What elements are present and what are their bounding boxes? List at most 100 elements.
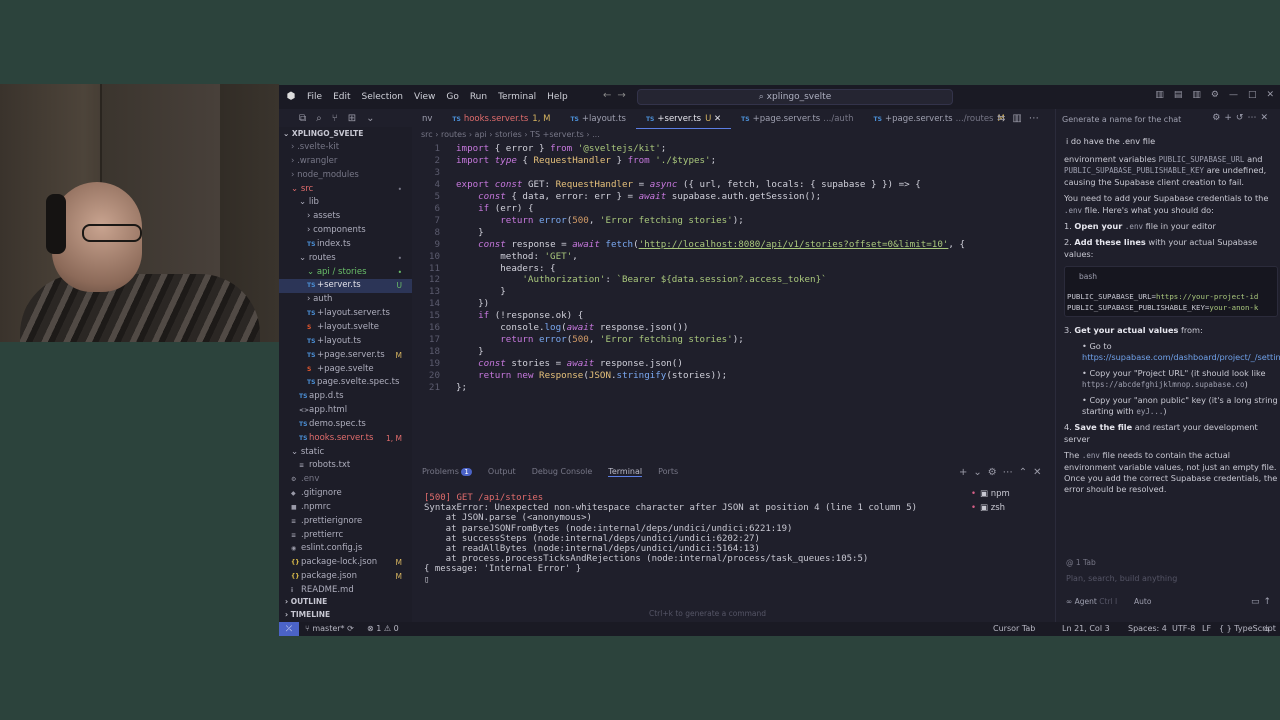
chat-input[interactable]: Plan, search, build anything	[1066, 574, 1177, 583]
editor-tab[interactable]: nv	[412, 109, 442, 129]
explorer-item[interactable]: ≡ .prettierignore	[279, 515, 412, 529]
extensions-icon[interactable]: ⊞	[348, 113, 356, 124]
explorer-item[interactable]: TS page.svelte.spec.ts	[279, 376, 412, 390]
explorer-item[interactable]: › assets	[279, 210, 412, 224]
editor-tab[interactable]: TS hooks.server.ts 1, M	[442, 109, 560, 129]
explorer-item[interactable]: TS +server.ts U	[279, 279, 412, 294]
close-tab-icon[interactable]: ✕	[711, 114, 721, 124]
explorer-item[interactable]: ⚙ .env	[279, 473, 412, 487]
panel-tab-ports[interactable]: Ports	[658, 467, 678, 477]
send-icon[interactable]: ↑	[1263, 597, 1275, 607]
layout-secondary-icon[interactable]: ▥	[1192, 90, 1201, 100]
panel-tab-output[interactable]: Output	[488, 467, 516, 477]
panel-tab-debug-console[interactable]: Debug Console	[532, 467, 593, 477]
panel-tab-terminal[interactable]: Terminal	[608, 467, 643, 477]
terminal-shell-zsh[interactable]: • ▣ zsh	[971, 501, 1010, 515]
timeline-section[interactable]: › TIMELINE	[279, 608, 412, 621]
chevron-down-icon[interactable]: ⌄	[366, 113, 374, 124]
menu-edit[interactable]: Edit	[333, 92, 350, 102]
explorer-item[interactable]: TS +layout.server.ts	[279, 307, 412, 321]
editor-tab[interactable]: TS +page.server.ts .../auth	[731, 109, 863, 129]
chevron-down-icon[interactable]: ⌄	[973, 467, 987, 478]
source-control-icon[interactable]: ⑂	[332, 113, 338, 124]
explorer-item[interactable]: ◉ eslint.config.js	[279, 542, 412, 556]
settings-gear-icon[interactable]: ⚙	[1211, 90, 1219, 100]
editor-tab[interactable]: TS +layout.ts	[560, 109, 636, 129]
explorer-item[interactable]: › node_modules	[279, 169, 412, 183]
menu-file[interactable]: File	[307, 92, 322, 102]
cursor-position[interactable]: Ln 21, Col 3	[1062, 622, 1110, 636]
add-chat-icon[interactable]: +	[1224, 113, 1236, 123]
menu-help[interactable]: Help	[547, 92, 568, 102]
explorer-item[interactable]: S +page.svelte	[279, 363, 412, 377]
explorer-item[interactable]: TS app.d.ts	[279, 390, 412, 404]
code-editor[interactable]: 1 import { error } from '@sveltejs/kit'; 2…	[412, 143, 1055, 543]
explorer-icon[interactable]: ⧉	[299, 113, 306, 124]
explorer-item[interactable]: TS index.ts	[279, 238, 412, 252]
maximize-icon[interactable]: □	[1248, 90, 1257, 100]
editor-tab[interactable]: TS +page.server.ts .../routes M	[864, 109, 1015, 129]
explorer-item[interactable]: › .wrangler	[279, 155, 412, 169]
maximize-panel-icon[interactable]: ⌃	[1019, 467, 1033, 478]
explorer-item[interactable]: ≡ robots.txt	[279, 459, 412, 473]
panel-tab-problems[interactable]: Problems 1	[422, 467, 472, 477]
close-icon[interactable]: ✕	[1260, 113, 1272, 123]
command-search-input[interactable]: ⌕ xplingo_svelte	[637, 89, 953, 105]
explorer-item[interactable]: TS demo.spec.ts	[279, 418, 412, 432]
split-editor-icon[interactable]: ▥	[1012, 113, 1028, 124]
explorer-item[interactable]: ■ .npmrc	[279, 501, 412, 515]
history-icon[interactable]: ↺	[1236, 113, 1248, 123]
explorer-item[interactable]: ≡ .prettierrc	[279, 529, 412, 543]
explorer-item[interactable]: ◆ .gitignore	[279, 487, 412, 501]
explorer-item[interactable]: › components	[279, 224, 412, 238]
terminal-output[interactable]: [500] GET /api/stories SyntaxError: Unexp…	[412, 493, 972, 603]
explorer-item[interactable]: › auth	[279, 293, 412, 307]
layout-sidebar-icon[interactable]: ▥	[1155, 90, 1164, 100]
compare-icon[interactable]: ⇆	[997, 113, 1012, 124]
minimize-icon[interactable]: —	[1229, 90, 1238, 100]
model-selector[interactable]: Auto	[1134, 597, 1151, 606]
encoding[interactable]: UTF-8	[1172, 622, 1195, 636]
gear-icon[interactable]: ⚙	[988, 467, 1003, 478]
terminal-shell-npm[interactable]: • ▣ npm	[971, 487, 1010, 501]
explorer-item[interactable]: {}package.json M	[279, 570, 412, 584]
gear-icon[interactable]: ⚙	[1212, 113, 1224, 123]
explorer-item[interactable]: TS +layout.ts	[279, 335, 412, 349]
chat-title-input[interactable]: Generate a name for the chat	[1062, 115, 1181, 124]
explorer-item[interactable]: {}package-lock.json M	[279, 556, 412, 570]
more-icon[interactable]: ⋯	[1029, 113, 1046, 124]
explorer-item[interactable]: S +layout.svelte	[279, 321, 412, 335]
menu-run[interactable]: Run	[470, 92, 487, 102]
cursor-tab-status[interactable]: Cursor Tab	[993, 622, 1035, 636]
explorer-item[interactable]: <>app.html	[279, 404, 412, 418]
agent-mode-selector[interactable]: ∞ Agent Ctrl I	[1066, 597, 1117, 606]
supabase-dashboard-link[interactable]: https://supabase.com/dashboard/project/_…	[1082, 352, 1280, 362]
explorer-title[interactable]: ⌄ XPLINGO_SVELTE	[279, 127, 412, 141]
explorer-item[interactable]: ⌄ routes •	[279, 252, 412, 266]
menu-go[interactable]: Go	[446, 92, 458, 102]
user-message[interactable]: i do have the .env file	[1066, 136, 1155, 146]
explorer-item[interactable]: ⌄ lib	[279, 196, 412, 210]
notifications-icon[interactable]: ⌂	[1264, 622, 1269, 636]
explorer-item[interactable]: TS hooks.server.ts 1, M	[279, 432, 412, 446]
more-icon[interactable]: ⋯	[1003, 467, 1019, 478]
close-window-icon[interactable]: ✕	[1266, 90, 1274, 100]
explorer-item[interactable]: ⌄ api / stories •	[279, 266, 412, 280]
chat-code-block[interactable]: bash PUBLIC_SUPABASE_URL=https://your-pr…	[1064, 266, 1278, 318]
chat-composer[interactable]: @ 1 Tab Plan, search, build anything ∞ A…	[1056, 552, 1280, 622]
image-icon[interactable]: ▭	[1251, 597, 1264, 607]
explorer-item[interactable]: › .svelte-kit	[279, 141, 412, 155]
indentation[interactable]: Spaces: 4	[1128, 622, 1167, 636]
layout-panel-icon[interactable]: ▤	[1174, 90, 1183, 100]
menu-selection[interactable]: Selection	[362, 92, 403, 102]
add-terminal-icon[interactable]: +	[959, 467, 973, 478]
menu-terminal[interactable]: Terminal	[498, 92, 536, 102]
outline-section[interactable]: › OUTLINE	[279, 595, 412, 608]
explorer-item[interactable]: ⌄ src •	[279, 183, 412, 197]
line-ending[interactable]: LF	[1202, 622, 1211, 636]
context-pill[interactable]: @ 1 Tab	[1066, 558, 1096, 567]
problems-indicator[interactable]: ⊗ 1 ⚠ 0	[367, 622, 399, 636]
editor-tab[interactable]: TS +server.ts U ✕	[635, 109, 732, 129]
git-branch[interactable]: ⑂ master* ⟳	[305, 622, 354, 636]
remote-icon[interactable]: ⤫	[279, 622, 299, 636]
